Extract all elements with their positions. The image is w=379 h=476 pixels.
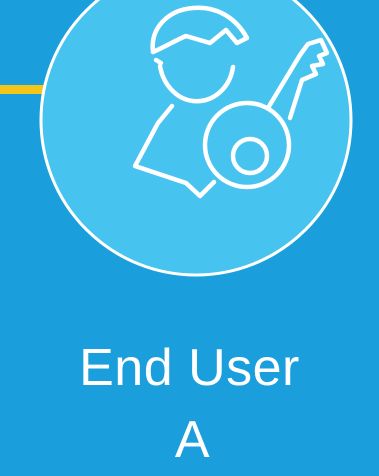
title: End User A (0, 332, 379, 476)
title-line-1: End User (79, 339, 300, 397)
title-line-2: A (174, 411, 211, 469)
user-key-icon (39, 0, 353, 277)
